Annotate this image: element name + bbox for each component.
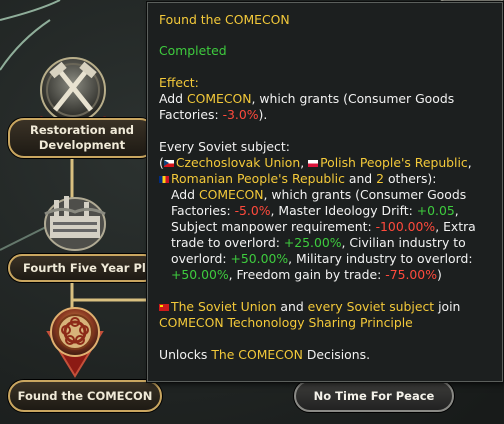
focus-fourth-five-year-plan[interactable]: Fourth Five Year Plan xyxy=(8,254,158,282)
tooltip-effect-header: Effect: xyxy=(159,75,199,90)
romania-flag-icon xyxy=(159,176,169,183)
focus-tooltip: Found the COMECON Completed Effect: Add … xyxy=(147,2,503,382)
tooltip-effect-line: Factories: -3.0%). xyxy=(159,107,268,122)
country-link[interactable]: Czechoslovak Union xyxy=(176,155,300,170)
crossed-hammers-icon[interactable] xyxy=(30,48,116,128)
tooltip-subject-effect: Add COMECON, which grants (Consumer Good… xyxy=(171,187,476,282)
tooltip-join-line: The Soviet Union and every Soviet subjec… xyxy=(159,299,492,315)
tooltip-status: Completed xyxy=(159,43,227,58)
tooltip-principle: COMECON Techonology Sharing Principle xyxy=(159,315,413,330)
focus-restoration-development[interactable]: Restoration and Development xyxy=(8,118,156,158)
focus-no-time-for-peace[interactable]: No Time For Peace xyxy=(294,380,454,412)
poland-flag-icon xyxy=(308,160,319,167)
focus-found-the-comecon[interactable]: Found the COMECON xyxy=(8,380,162,412)
factory-icon[interactable] xyxy=(40,186,110,254)
czechoslovakia-flag-icon xyxy=(163,160,174,167)
tooltip-title: Found the COMECON xyxy=(159,12,290,27)
tooltip-subject-list: Romanian People's Republic and 2 others)… xyxy=(159,171,492,187)
tooltip-subject-header: Every Soviet subject: xyxy=(159,139,290,154)
tooltip-effect-line: Add COMECON, which grants (Consumer Good… xyxy=(159,91,455,106)
country-link[interactable]: The Soviet Union xyxy=(171,299,276,314)
tooltip-unlocks: Unlocks The COMECON Decisions. xyxy=(159,347,371,362)
comecon-emblem-icon[interactable] xyxy=(42,304,108,378)
tooltip-subject-list: (Czechoslovak Union, Polish People's Rep… xyxy=(159,155,472,170)
soviet-union-flag-icon xyxy=(159,304,169,311)
country-link[interactable]: Romanian People's Republic xyxy=(171,171,345,186)
country-link[interactable]: Polish People's Republic xyxy=(320,155,468,170)
